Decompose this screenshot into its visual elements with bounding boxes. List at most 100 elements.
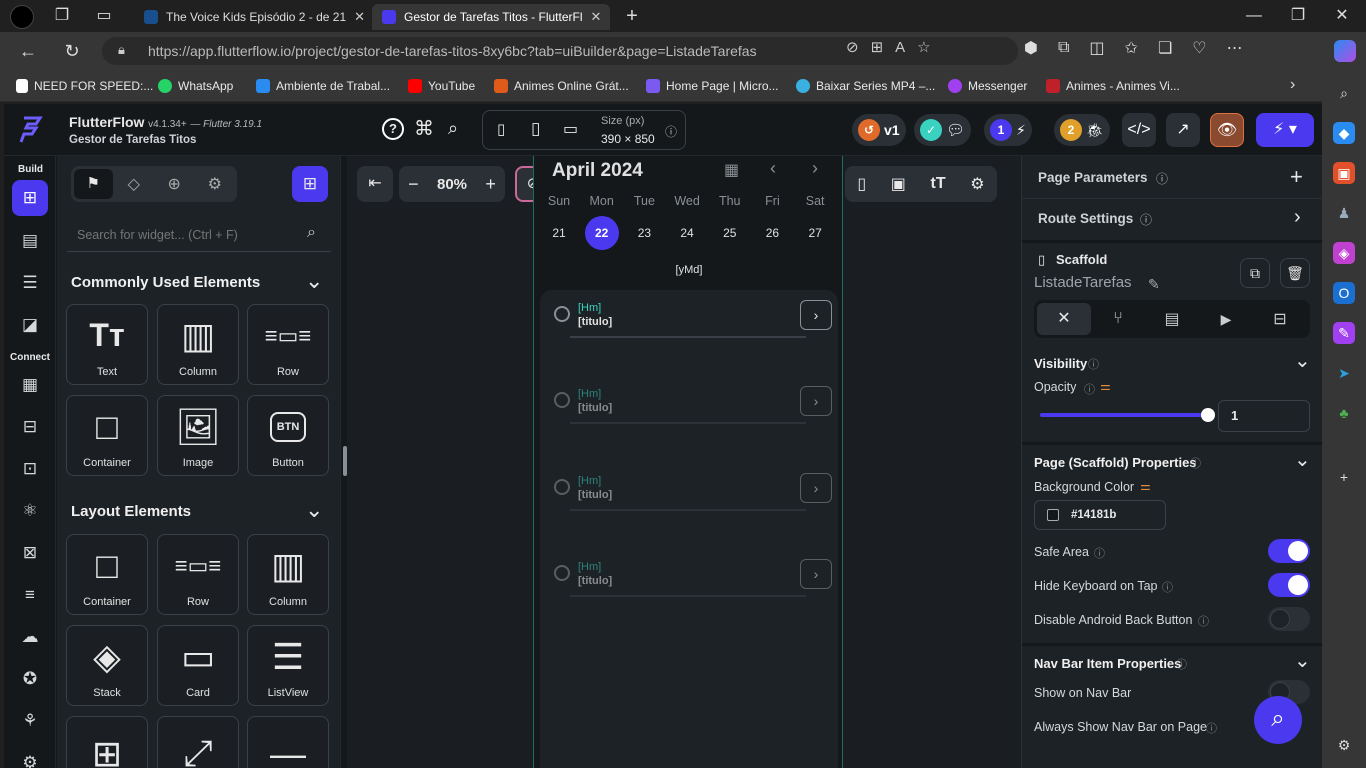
widget-container[interactable]: □ Container xyxy=(66,395,148,476)
outlook-icon[interactable]: O xyxy=(1333,282,1355,304)
cloud-functions-icon[interactable]: ☁ xyxy=(12,622,48,652)
widget-expanded[interactable]: ⤢ xyxy=(157,716,239,768)
agents-icon[interactable]: ⚘ xyxy=(12,706,48,736)
storyboard-icon[interactable]: ◪ xyxy=(12,310,48,340)
tree-icon[interactable]: ♣ xyxy=(1333,402,1355,424)
add-component-button[interactable]: ⊞ xyxy=(292,166,328,202)
backend-query-tab-icon[interactable]: ▤ xyxy=(1145,309,1199,329)
components-icon[interactable]: ⊕ xyxy=(155,174,194,194)
page-name-field[interactable]: ListadeTarefas xyxy=(1034,274,1132,291)
widget-card[interactable]: ▭ Card xyxy=(157,625,239,706)
info-icon[interactable]: ⓘ xyxy=(1162,579,1173,595)
widget-column[interactable]: ▥ Column xyxy=(157,304,239,385)
widget-listview[interactable]: ☰ ListView xyxy=(247,625,329,706)
add-parameter-icon[interactable]: + xyxy=(1290,164,1303,190)
widget-row[interactable]: ≡▭≡ Row xyxy=(247,304,329,385)
pages-icon[interactable]: ▤ xyxy=(12,226,48,256)
widget-container[interactable]: □ Container xyxy=(66,534,148,615)
new-tab-icon[interactable]: + xyxy=(618,2,646,30)
api-calls-icon[interactable]: ⊟ xyxy=(12,412,48,442)
designer-icon[interactable]: ✎ xyxy=(1333,322,1355,344)
safe-area-toggle[interactable] xyxy=(1268,539,1310,563)
prev-month-icon[interactable]: ‹ xyxy=(770,158,776,179)
slider-thumb[interactable] xyxy=(1201,408,1215,422)
page-parameters-title[interactable]: Page Parameters xyxy=(1038,170,1148,185)
calendar-day[interactable]: 27 xyxy=(798,226,832,240)
calendar-day-selected[interactable]: 22 xyxy=(584,216,619,250)
branch-pill[interactable]: 1 ⚡︎ xyxy=(984,114,1032,146)
info-icon[interactable]: ⓘ xyxy=(1206,720,1217,736)
bookmark-item[interactable]: Ambiente de Trabal... xyxy=(256,76,390,96)
task-checkbox[interactable] xyxy=(554,479,570,495)
info-icon[interactable]: ⓘ xyxy=(1094,545,1105,561)
chevron-right-icon[interactable]: › xyxy=(800,386,832,416)
widget-row[interactable]: ≡▭≡ Row xyxy=(157,534,239,615)
premium-widgets-icon[interactable]: ◇ xyxy=(115,174,154,194)
app-available-icon[interactable]: ⊞ xyxy=(871,38,884,56)
canvas-settings-icon[interactable]: ⚙ xyxy=(970,174,984,194)
close-window-icon[interactable]: ✕ xyxy=(1328,2,1356,30)
media-assets-icon[interactable]: ⊡ xyxy=(12,454,48,484)
task-checkbox[interactable] xyxy=(554,392,570,408)
task-item[interactable]: [Hm] [titulo] › xyxy=(540,463,832,549)
zoom-in-icon[interactable]: + xyxy=(485,174,496,195)
integrations-icon[interactable]: ✪ xyxy=(12,664,48,694)
review-pill[interactable]: ✓ 💬︎ xyxy=(914,114,972,146)
copilot-icon[interactable] xyxy=(1334,40,1356,62)
edit-pencil-icon[interactable]: ✎ xyxy=(1148,276,1160,293)
search-icon[interactable]: ⌕ xyxy=(1333,82,1355,104)
bookmark-item[interactable]: Animes Online Grát... xyxy=(494,76,629,96)
next-month-icon[interactable]: › xyxy=(812,158,818,179)
info-icon[interactable]: ⓘ xyxy=(1140,211,1152,228)
flutterflow-widgets-icon[interactable]: ⚑ xyxy=(74,169,113,199)
widget-tree-icon[interactable]: ☰ xyxy=(12,268,48,298)
add-sidebar-icon[interactable]: + xyxy=(1333,466,1355,488)
command-palette-icon[interactable]: ⌘ xyxy=(414,116,434,141)
chevron-down-icon[interactable]: ⌄ xyxy=(305,497,323,523)
widget-palette-icon[interactable]: ⊞ xyxy=(12,180,48,216)
custom-code-icon[interactable]: ⚛ xyxy=(12,496,48,526)
tools-icon[interactable]: ▣ xyxy=(1333,162,1355,184)
collections-icon[interactable]: ❏ xyxy=(1158,38,1172,58)
games-icon[interactable]: ♟ xyxy=(1333,202,1355,224)
task-checkbox[interactable] xyxy=(554,565,570,581)
calendar-icon[interactable]: ▦ xyxy=(724,160,739,180)
chevron-right-icon[interactable]: › xyxy=(1294,206,1301,229)
info-icon[interactable]: ⓘ xyxy=(665,123,677,140)
database-icon[interactable]: ▦ xyxy=(12,370,48,400)
properties-tab-icon[interactable]: ✕ xyxy=(1037,303,1091,335)
collapse-panel-icon[interactable]: ⇤ xyxy=(357,166,393,202)
widget-gridview[interactable]: ⊞ xyxy=(66,716,148,768)
state-tab-icon[interactable]: ⊟ xyxy=(1253,309,1307,329)
info-icon[interactable]: ⓘ xyxy=(1156,170,1168,187)
calendar-day[interactable]: 24 xyxy=(670,226,704,240)
bookmark-item[interactable]: Baixar Series MP4 –... xyxy=(796,76,935,96)
widget-search-input[interactable] xyxy=(67,218,331,252)
zoom-out-icon[interactable]: − xyxy=(408,174,419,195)
close-tab-icon[interactable]: ✕ xyxy=(354,9,365,25)
chevron-down-icon[interactable]: ⌄ xyxy=(1294,648,1311,673)
read-aloud-icon[interactable]: A xyxy=(895,39,905,56)
maximize-icon[interactable]: ❐ xyxy=(1284,2,1312,30)
bookmark-item[interactable]: Animes - Animes Vi... xyxy=(1046,76,1180,96)
browser-essentials-icon[interactable]: ♡ xyxy=(1192,38,1206,58)
delete-trash-icon[interactable]: 🗑︎ xyxy=(1280,258,1310,288)
widget-image[interactable]: 🖼︎ Image xyxy=(157,395,239,476)
animations-tab-icon[interactable]: ▶ xyxy=(1199,311,1253,328)
disable-back-toggle[interactable] xyxy=(1268,607,1310,631)
calendar-day[interactable]: 25 xyxy=(713,226,747,240)
task-item[interactable]: [Hm] [titulo] › xyxy=(540,549,832,635)
search-icon[interactable]: ⌕ xyxy=(448,118,458,139)
variable-binding-icon[interactable]: ⚌ xyxy=(1100,379,1111,393)
shopping-icon[interactable]: ◆ xyxy=(1333,122,1355,144)
search-fab-button[interactable]: ⌕ xyxy=(1254,696,1302,744)
favorite-star-icon[interactable]: ☆ xyxy=(917,38,930,56)
version-pill[interactable]: ↺ v1 xyxy=(852,114,906,146)
theme-icon[interactable]: ≡ xyxy=(12,580,48,610)
task-item[interactable]: [Hm] [titulo] › xyxy=(540,290,832,376)
info-icon[interactable]: ⓘ xyxy=(1176,656,1187,672)
split-screen-icon[interactable]: ◫ xyxy=(1089,38,1104,58)
close-tab-icon[interactable]: ✕ xyxy=(591,9,602,25)
extension-icon[interactable]: ⬢ xyxy=(1024,38,1038,58)
extensions-icon[interactable]: ⧉ xyxy=(1058,39,1069,57)
